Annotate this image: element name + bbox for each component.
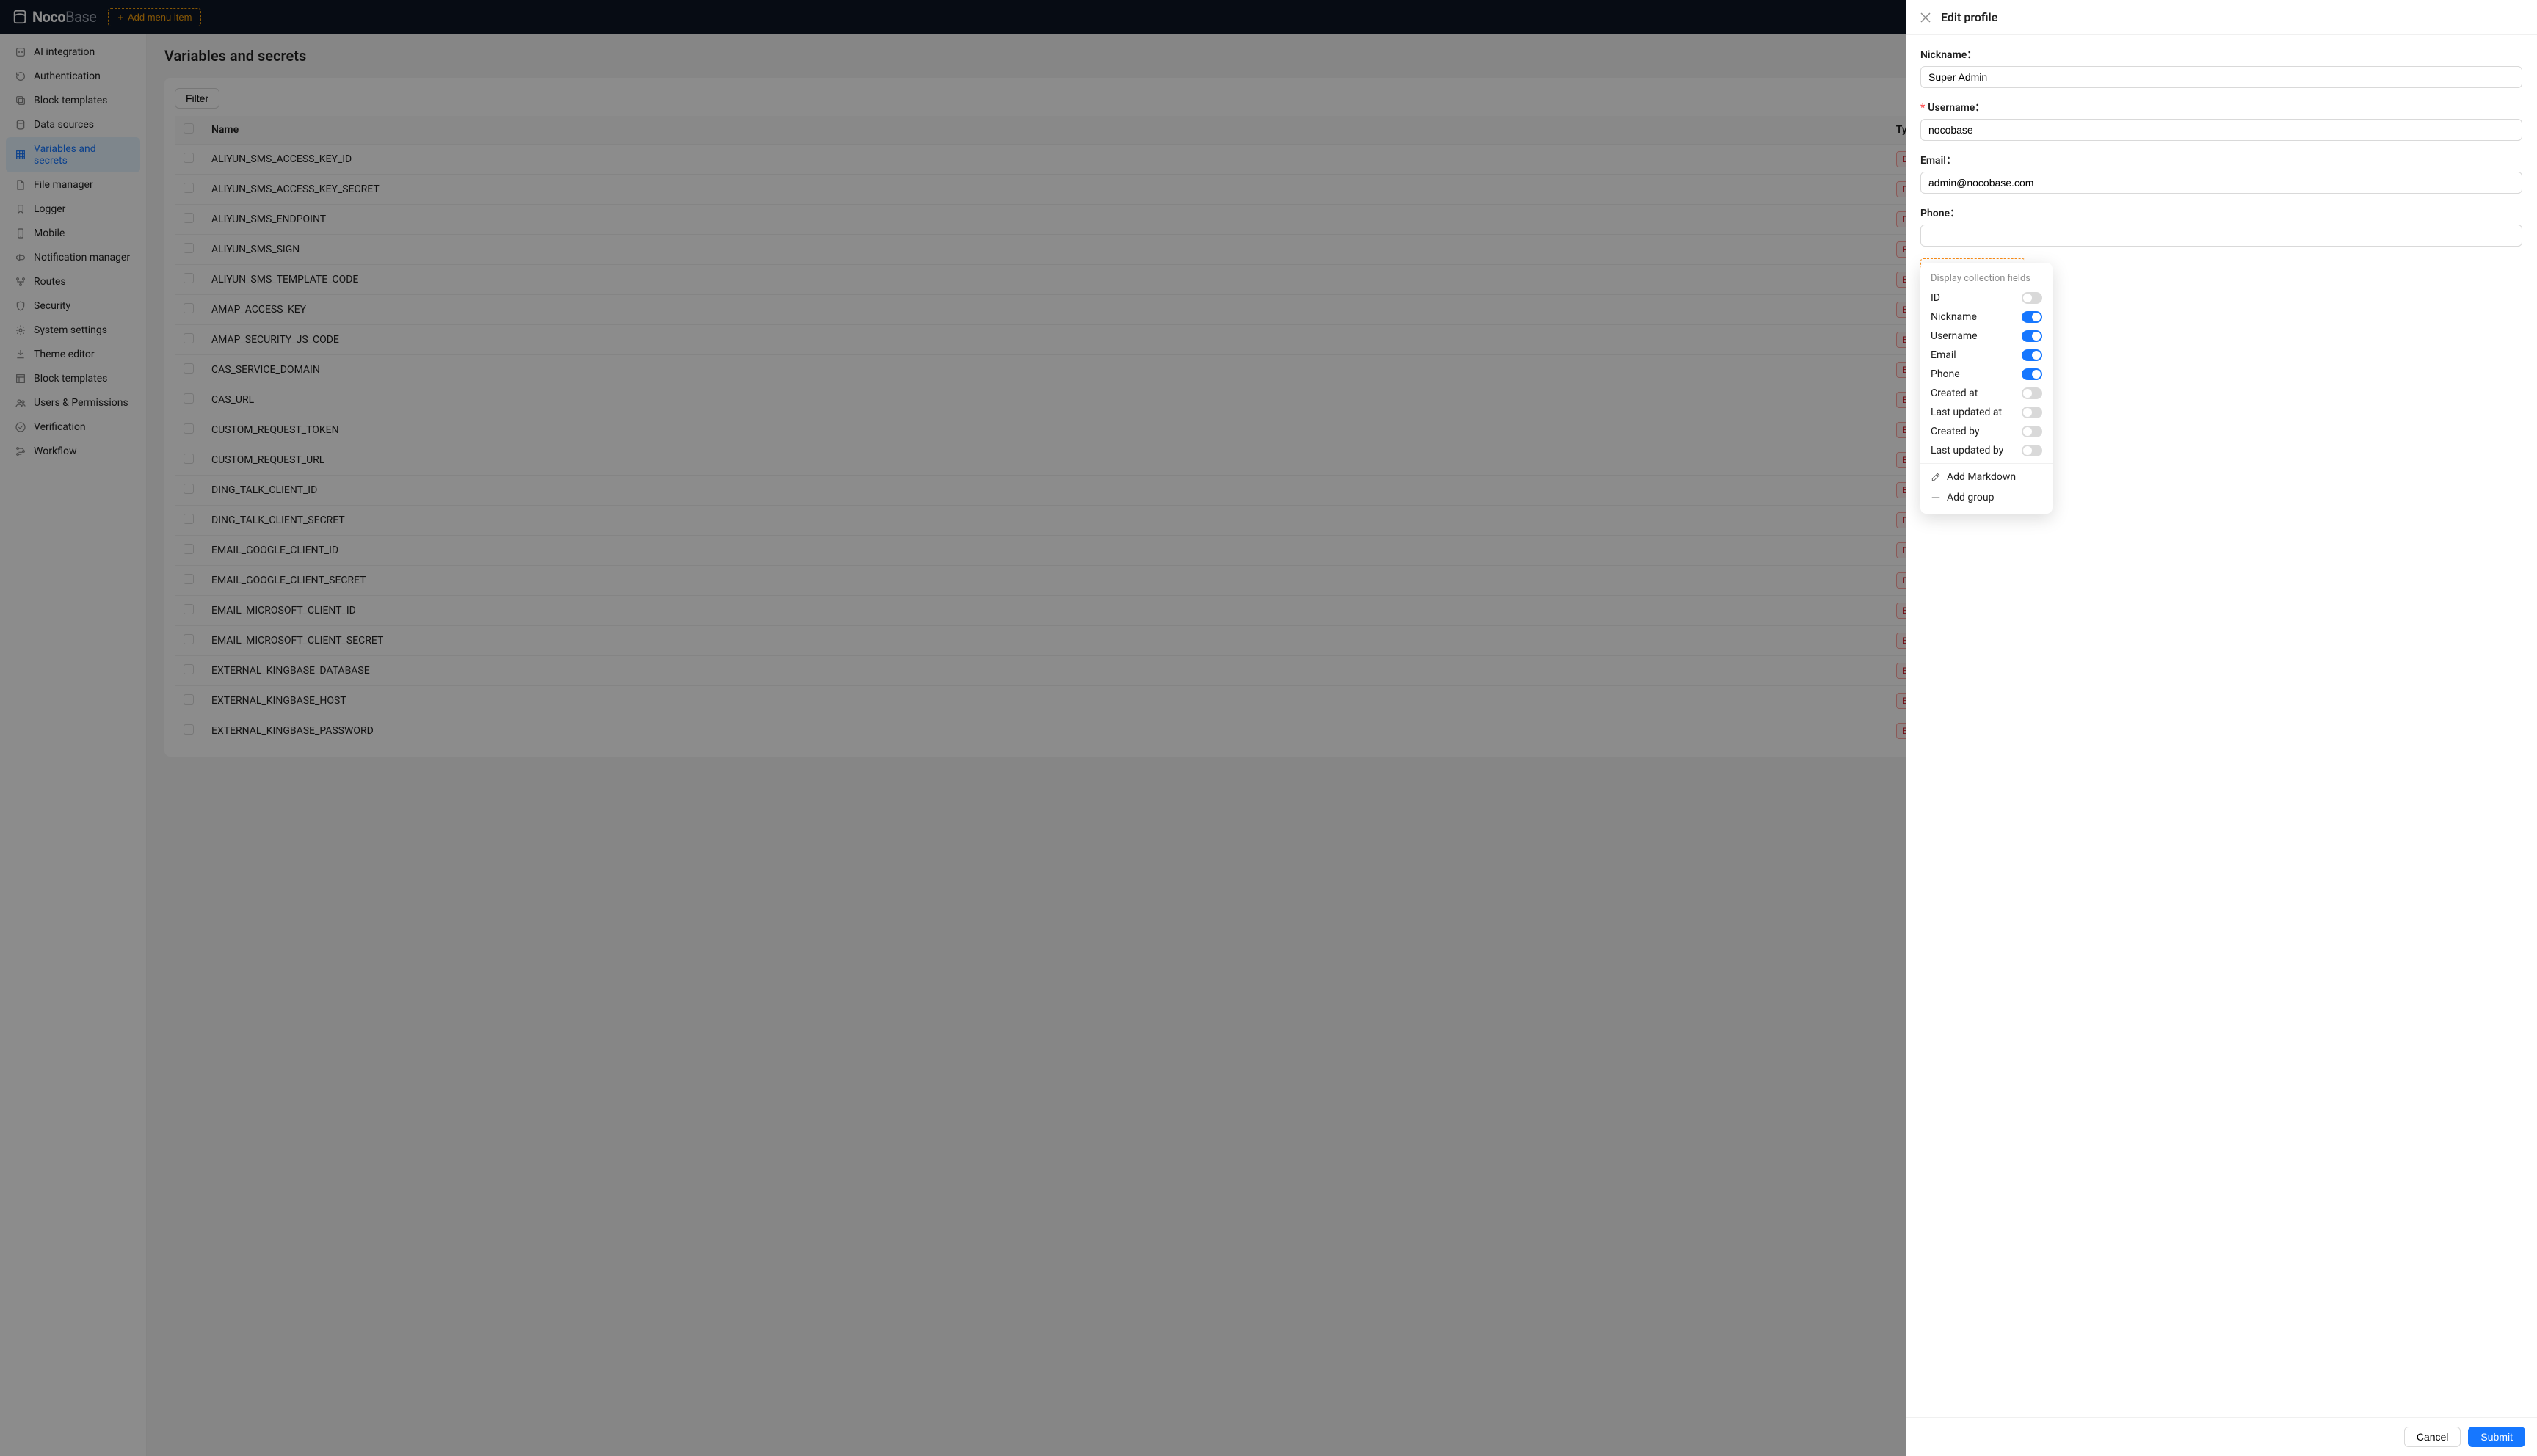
field-label: Nickname	[1931, 311, 1977, 323]
field-label: Last updated at	[1931, 407, 2002, 418]
switch[interactable]	[2022, 407, 2042, 418]
nickname-input[interactable]	[1920, 66, 2522, 88]
switch[interactable]	[2022, 292, 2042, 304]
field-toggle-last-updated-by[interactable]: Last updated by	[1920, 441, 2053, 460]
username-label: Username	[1920, 100, 2522, 114]
email-input[interactable]	[1920, 172, 2522, 194]
field-toggle-email[interactable]: Email	[1920, 346, 2053, 365]
cancel-button[interactable]: Cancel	[2404, 1427, 2461, 1447]
switch[interactable]	[2022, 445, 2042, 456]
drawer-body: Nickname Username Email Phone Configure …	[1906, 35, 2537, 1417]
field-toggle-last-updated-at[interactable]: Last updated at	[1920, 403, 2053, 422]
phone-input[interactable]	[1920, 225, 2522, 247]
field-label: Phone	[1931, 368, 1960, 380]
username-input[interactable]	[1920, 119, 2522, 141]
drawer-footer: Cancel Submit	[1906, 1417, 2537, 1456]
switch[interactable]	[2022, 349, 2042, 361]
drawer-header: Edit profile	[1906, 0, 2537, 35]
switch[interactable]	[2022, 426, 2042, 437]
edit-profile-drawer: Edit profile Nickname Username Email Pho…	[1906, 0, 2537, 1456]
switch[interactable]	[2022, 387, 2042, 399]
field-label: Email	[1931, 349, 1956, 361]
add-markdown-label: Add Markdown	[1947, 471, 2016, 483]
field-toggle-username[interactable]: Username	[1920, 327, 2053, 346]
field-label: Created at	[1931, 387, 1978, 399]
edit-icon	[1931, 472, 1941, 482]
email-label: Email	[1920, 153, 2522, 167]
field-toggle-created-by[interactable]: Created by	[1920, 422, 2053, 441]
add-group-action[interactable]: Add group	[1920, 487, 2053, 508]
field-toggle-phone[interactable]: Phone	[1920, 365, 2053, 384]
add-group-label: Add group	[1947, 492, 1994, 503]
field-label: Created by	[1931, 426, 1980, 437]
field-toggle-created-at[interactable]: Created at	[1920, 384, 2053, 403]
field-label: Username	[1931, 330, 1978, 342]
close-icon[interactable]	[1920, 12, 1931, 23]
nickname-label: Nickname	[1920, 47, 2522, 62]
field-toggle-id[interactable]: ID	[1920, 288, 2053, 307]
field-label: ID	[1931, 292, 1940, 304]
popover-separator	[1920, 463, 2053, 464]
popover-title: Display collection fields	[1920, 269, 2053, 288]
drawer-title: Edit profile	[1941, 10, 1997, 24]
switch[interactable]	[2022, 311, 2042, 323]
add-markdown-action[interactable]: Add Markdown	[1920, 467, 2053, 487]
submit-button[interactable]: Submit	[2468, 1427, 2525, 1447]
field-label: Last updated by	[1931, 445, 2003, 456]
switch[interactable]	[2022, 330, 2042, 342]
field-toggle-nickname[interactable]: Nickname	[1920, 307, 2053, 327]
line-icon	[1931, 492, 1941, 503]
configure-fields-popover: Display collection fields ID Nickname User…	[1920, 263, 2053, 514]
phone-label: Phone	[1920, 205, 2522, 220]
switch[interactable]	[2022, 368, 2042, 380]
